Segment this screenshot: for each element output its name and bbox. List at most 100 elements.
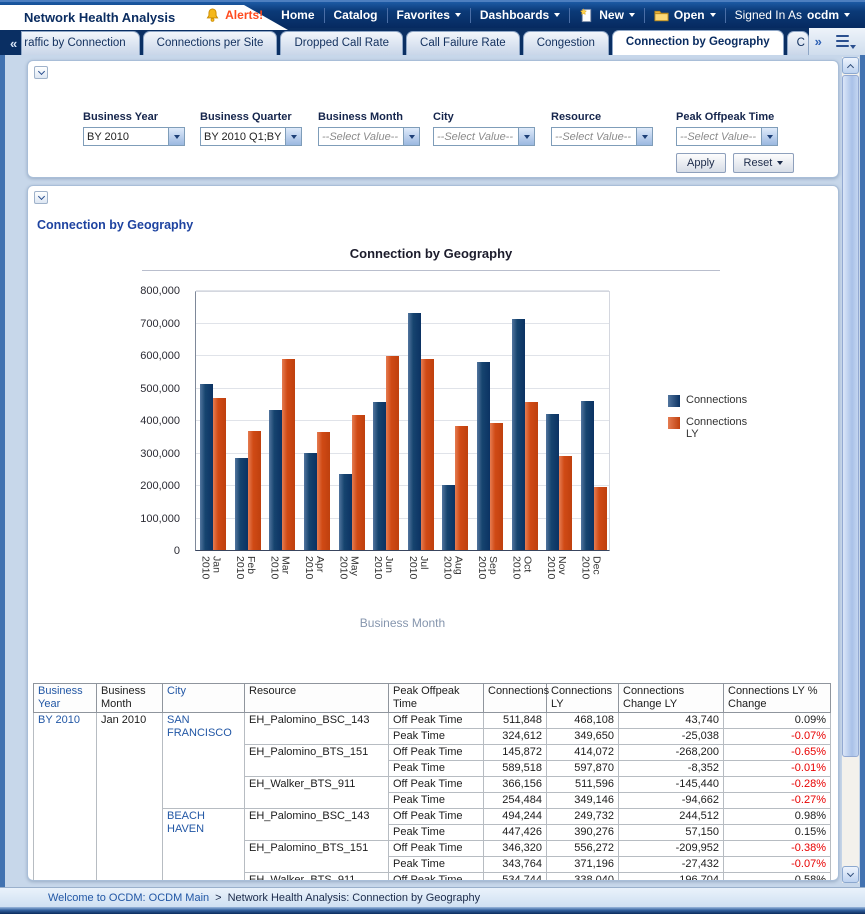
bar-connections-ly[interactable] <box>594 487 607 550</box>
tab-dropped-call-rate[interactable]: Dropped Call Rate <box>280 31 403 55</box>
table-cell: -268,200 <box>619 745 724 761</box>
chart-gridline <box>196 388 609 389</box>
filter-select[interactable]: --Select Value-- <box>433 127 535 146</box>
open-menu-item[interactable]: Open <box>645 8 725 23</box>
table-cell: 589,518 <box>484 761 547 777</box>
table-cell: EH_Walker_BTS_911 <box>245 873 389 881</box>
breadcrumb-home-link[interactable]: Welcome to OCDM: OCDM Main <box>48 892 209 904</box>
table-cell[interactable]: SAN FRANCISCO <box>163 713 245 809</box>
reset-button[interactable]: Reset <box>733 153 795 173</box>
bar-connections-ly[interactable] <box>386 356 399 550</box>
chevron-down-icon[interactable] <box>403 128 419 145</box>
home-menu-item[interactable]: Home <box>272 8 323 22</box>
table-cell: Peak Time <box>389 825 484 841</box>
scrollbar-thumb[interactable] <box>842 75 859 757</box>
column-header[interactable]: Business Year <box>34 684 97 713</box>
bar-connections[interactable] <box>373 402 386 550</box>
table-cell: -0.07% <box>724 857 831 873</box>
chevron-down-icon[interactable] <box>285 128 301 145</box>
report-panel: Connection by Geography Connection by Ge… <box>27 185 839 881</box>
scroll-down-button[interactable] <box>842 866 859 883</box>
table-cell: -94,662 <box>619 793 724 809</box>
chevron-down-icon[interactable] <box>636 128 652 145</box>
bar-connections[interactable] <box>477 362 490 550</box>
table-cell: Off Peak Time <box>389 745 484 761</box>
bar-connections[interactable] <box>339 474 352 550</box>
bar-connections-ly[interactable] <box>213 398 226 550</box>
table-cell: 324,612 <box>484 729 547 745</box>
global-menu: Alerts! Home Catalog Favorites Dashboard… <box>196 2 859 28</box>
top-bar: Network Health Analysis Alerts! Home Cat… <box>0 0 865 28</box>
x-tick-label: Sep2010 <box>476 556 498 579</box>
bar-connections-ly[interactable] <box>282 359 295 550</box>
chevron-down-icon[interactable] <box>518 128 534 145</box>
tab-connection-by-geography[interactable]: Connection by Geography <box>612 30 784 55</box>
bar-connections[interactable] <box>546 414 559 550</box>
tabs-scroll-right-button[interactable]: » <box>815 34 822 49</box>
chart-y-axis: 0100,000200,000300,000400,000500,000600,… <box>28 291 188 551</box>
filter-select[interactable]: --Select Value-- <box>318 127 420 146</box>
results-table-wrap: Business YearBusiness MonthCityResourceP… <box>33 683 833 880</box>
bar-connections-ly[interactable] <box>490 423 503 550</box>
dashboards-menu-item[interactable]: Dashboards <box>471 8 569 22</box>
bar-connections[interactable] <box>512 319 525 550</box>
tab-call-failure-rate[interactable]: Call Failure Rate <box>406 31 520 55</box>
x-tick-label: Jan2010 <box>199 556 221 579</box>
table-row: BY 2010Jan 2010SAN FRANCISCOEH_Palomino_… <box>34 713 831 729</box>
chevron-down-icon[interactable] <box>168 128 184 145</box>
filter-label: Business Month <box>318 111 420 123</box>
chevron-down-icon[interactable] <box>761 128 777 145</box>
tab-congestion[interactable]: Congestion <box>523 31 609 55</box>
column-header: Connections LY % Change <box>724 684 831 713</box>
alerts-menu-item[interactable]: Alerts! <box>196 8 272 23</box>
filter-select[interactable]: --Select Value-- <box>551 127 653 146</box>
bar-connections-ly[interactable] <box>559 456 572 550</box>
apply-button[interactable]: Apply <box>676 153 726 173</box>
column-header[interactable]: City <box>163 684 245 713</box>
vertical-scrollbar[interactable] <box>842 57 859 883</box>
bar-connections-ly[interactable] <box>525 402 538 550</box>
tab-c[interactable]: C <box>787 31 809 55</box>
tab-connections-per-site[interactable]: Connections per Site <box>143 31 278 55</box>
filter-field: City--Select Value-- <box>433 111 535 146</box>
table-cell: 57,150 <box>619 825 724 841</box>
new-menu-item[interactable]: New <box>570 8 644 23</box>
bar-connections-ly[interactable] <box>248 431 261 550</box>
bar-connections[interactable] <box>235 458 248 550</box>
bar-connections[interactable] <box>200 384 213 550</box>
filter-buttons: Apply Reset <box>676 153 794 173</box>
filter-select[interactable]: BY 2010 <box>83 127 185 146</box>
signed-in-menu-item[interactable]: Signed In As ocdm <box>726 8 859 22</box>
legend-label: Connections LY <box>686 416 760 440</box>
bar-connections[interactable] <box>408 313 421 550</box>
scroll-up-button[interactable] <box>842 57 859 74</box>
table-cell[interactable]: BY 2010 <box>34 713 97 881</box>
catalog-menu-item[interactable]: Catalog <box>325 8 387 22</box>
filter-label: Business Year <box>83 111 185 123</box>
column-header: Connections <box>484 684 547 713</box>
bar-connections[interactable] <box>581 401 594 550</box>
chart-x-axis: Jan2010Feb2010Mar2010Apr2010May2010Jun20… <box>195 553 610 611</box>
bar-connections[interactable] <box>269 410 282 550</box>
collapse-report-panel-button[interactable] <box>34 191 48 204</box>
favorites-menu-item[interactable]: Favorites <box>388 8 470 22</box>
bell-icon <box>205 8 220 23</box>
page-options-icon[interactable] <box>836 35 852 48</box>
bar-connections[interactable] <box>442 485 455 550</box>
bar-connections-ly[interactable] <box>352 415 365 550</box>
table-cell[interactable]: BEACH HAVEN <box>163 809 245 881</box>
x-tick-label: Nov2010 <box>545 556 567 579</box>
bar-connections[interactable] <box>304 453 317 550</box>
bar-connections-ly[interactable] <box>317 432 330 550</box>
filter-select[interactable]: --Select Value-- <box>676 127 778 146</box>
bar-connections-ly[interactable] <box>455 426 468 550</box>
chart-gridline <box>196 290 609 291</box>
filter-select[interactable]: BY 2010 Q1;BY 20 <box>200 127 302 146</box>
bar-connections-ly[interactable] <box>421 359 434 550</box>
y-tick-label: 400,000 <box>140 415 180 427</box>
tab-raffic-by-connection[interactable]: raffic by Connection <box>21 31 139 55</box>
tabs-scroll-left-button[interactable]: « <box>0 36 21 55</box>
y-tick-label: 300,000 <box>140 448 180 460</box>
table-cell: 349,146 <box>547 793 619 809</box>
y-tick-label: 100,000 <box>140 513 180 525</box>
